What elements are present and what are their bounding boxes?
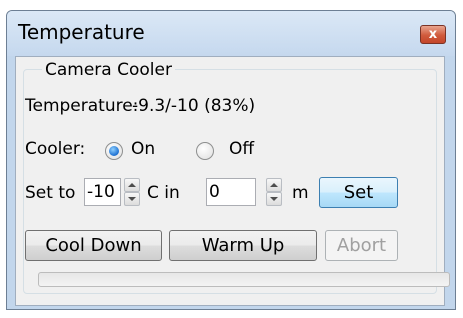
cooldown-progress-bar [38,272,450,287]
set-to-label: Set to [25,183,76,203]
ramp-minutes-spinner[interactable] [266,178,282,206]
ramp-minutes-input[interactable]: 0 [206,178,256,206]
window-title: Temperature [18,20,145,44]
target-temperature-input[interactable]: -10 [84,178,121,206]
temperature-window: Temperature x Camera Cooler Temperature:… [6,10,456,310]
group-title: Camera Cooler [42,60,175,80]
celsius-in-label: C in [147,183,180,203]
spin-down-icon[interactable] [124,192,140,206]
close-button[interactable]: x [420,25,446,44]
close-icon: x [428,27,438,42]
spin-down-icon[interactable] [266,192,282,206]
cool-down-button[interactable]: Cool Down [25,230,162,261]
set-button[interactable]: Set [319,177,398,208]
title-bar[interactable]: Temperature x [7,11,455,56]
cooler-off-label[interactable]: Off [229,139,254,159]
abort-button: Abort [325,230,398,261]
target-temperature-spinner[interactable] [124,178,140,206]
cooler-label: Cooler: [25,139,86,159]
temperature-label: Temperature: [25,96,139,116]
dialog-body: Camera Cooler Temperature: -9.3/-10 (83%… [15,56,445,306]
spin-up-icon[interactable] [124,178,140,192]
temperature-value: -9.3/-10 (83%) [132,96,256,116]
spin-up-icon[interactable] [266,178,282,192]
warm-up-button[interactable]: Warm Up [169,230,317,261]
cooler-off-radio[interactable] [196,142,214,160]
cooler-on-label[interactable]: On [131,139,155,159]
minutes-label: m [292,183,309,203]
cooler-on-radio[interactable] [105,142,123,160]
